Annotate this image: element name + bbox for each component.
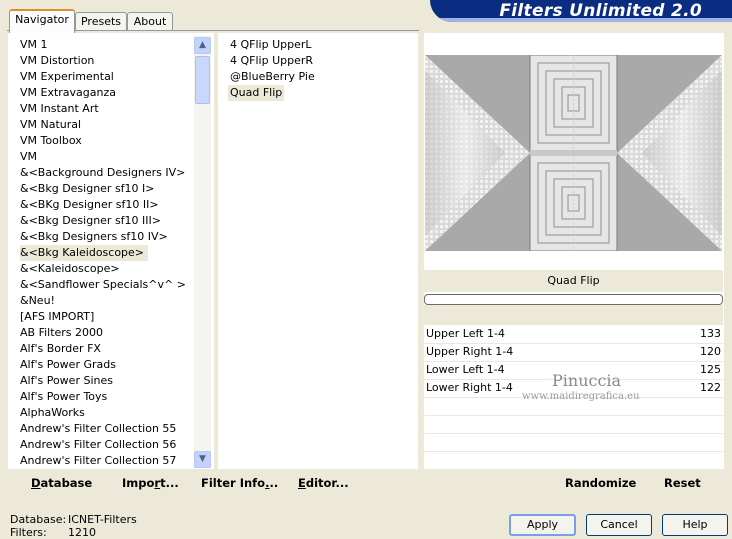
cancel-button[interactable]: Cancel bbox=[586, 514, 652, 536]
category-item[interactable]: &<Bkg Designer sf10 III> bbox=[20, 213, 161, 229]
category-item[interactable]: Alf's Power Toys bbox=[20, 389, 107, 405]
scroll-thumb[interactable] bbox=[195, 56, 210, 104]
database-status-value: ICNET-Filters bbox=[68, 513, 137, 526]
tab-about[interactable]: About bbox=[127, 12, 173, 31]
parameter-label: Lower Right 1-4 bbox=[426, 381, 513, 394]
title-banner: Filters Unlimited 2.0 bbox=[430, 0, 732, 22]
category-item[interactable]: Andrew's Filter Collection 56 bbox=[20, 437, 176, 453]
category-item[interactable]: VM Natural bbox=[20, 117, 81, 133]
category-item[interactable]: Alf's Border FX bbox=[20, 341, 101, 357]
filter-name-display: Quad Flip bbox=[424, 270, 723, 292]
filters-status-label: Filters: bbox=[10, 526, 47, 539]
filter-list[interactable]: 4 QFlip UpperL 4 QFlip UpperR @BlueBerry P… bbox=[218, 33, 418, 469]
category-item[interactable]: &<Bkg Designer sf10 I> bbox=[20, 181, 155, 197]
filter-item[interactable]: 4 QFlip UpperR bbox=[228, 53, 315, 69]
category-item[interactable]: VM Experimental bbox=[20, 69, 114, 85]
category-list[interactable]: VM 1 VM Distortion VM Experimental VM Extra… bbox=[8, 33, 214, 469]
category-item[interactable]: &<Bkg Kaleidoscope> bbox=[20, 245, 149, 261]
category-item[interactable]: &<Bkg Designers sf10 IV> bbox=[20, 229, 168, 245]
watermark-name: Pinuccia bbox=[552, 371, 622, 390]
category-item[interactable]: Andrew's Filter Collection 57 bbox=[20, 453, 176, 469]
category-item[interactable]: [AFS IMPORT] bbox=[20, 309, 94, 325]
scroll-up-button[interactable]: ▲ bbox=[194, 37, 211, 54]
category-item[interactable]: Alf's Power Sines bbox=[20, 373, 113, 389]
filter-item[interactable]: 4 QFlip UpperL bbox=[228, 37, 314, 53]
filter-info-button[interactable]: Filter Info... bbox=[201, 476, 278, 490]
category-item[interactable]: &<Sandflower Specials^v^ > bbox=[20, 277, 186, 293]
category-item[interactable]: Alf's Power Grads bbox=[20, 357, 116, 373]
category-item[interactable]: &<Background Designers IV> bbox=[20, 165, 185, 181]
category-item[interactable]: VM Distortion bbox=[20, 53, 94, 69]
tab-presets[interactable]: Presets bbox=[75, 12, 127, 31]
parameter-header bbox=[424, 305, 723, 325]
parameter-row[interactable]: Upper Left 1-4 133 bbox=[424, 325, 723, 344]
category-item[interactable]: VM Toolbox bbox=[20, 133, 82, 149]
parameter-label: Upper Left 1-4 bbox=[426, 327, 505, 340]
parameter-label: Upper Right 1-4 bbox=[426, 345, 514, 358]
parameter-value[interactable]: 133 bbox=[700, 325, 721, 343]
progress-bar bbox=[424, 294, 723, 305]
randomize-button[interactable]: Randomize bbox=[565, 476, 636, 490]
category-item[interactable]: VM Extravaganza bbox=[20, 85, 116, 101]
apply-button[interactable]: Apply bbox=[509, 514, 576, 536]
preview-image bbox=[425, 55, 722, 251]
app-title: Filters Unlimited 2.0 bbox=[499, 1, 702, 21]
empty-parameter-row bbox=[424, 451, 723, 470]
filters-status-value: 1210 bbox=[68, 526, 96, 539]
empty-parameter-row bbox=[424, 415, 723, 434]
filter-item[interactable]: Quad Flip bbox=[228, 85, 285, 101]
category-item[interactable]: &<Kaleidoscope> bbox=[20, 261, 120, 277]
scroll-down-button[interactable]: ▼ bbox=[194, 451, 211, 468]
category-item[interactable]: Andrew's Filter Collection 55 bbox=[20, 421, 176, 437]
parameter-label: Lower Left 1-4 bbox=[426, 363, 505, 376]
watermark-url: www.maidiregrafica.eu bbox=[522, 391, 640, 402]
parameter-value[interactable]: 125 bbox=[700, 361, 721, 379]
category-item[interactable]: VM bbox=[20, 149, 37, 165]
editor-button[interactable]: Editor... bbox=[298, 476, 349, 490]
category-item[interactable]: AB Filters 2000 bbox=[20, 325, 103, 341]
filter-item[interactable]: @BlueBerry Pie bbox=[228, 69, 317, 85]
database-status-label: Database: bbox=[10, 513, 67, 526]
parameter-value[interactable]: 122 bbox=[700, 379, 721, 397]
category-item[interactable]: VM Instant Art bbox=[20, 101, 99, 117]
category-item[interactable]: &Neu! bbox=[20, 293, 55, 309]
reset-button[interactable]: Reset bbox=[664, 476, 701, 490]
parameter-value[interactable]: 120 bbox=[700, 343, 721, 361]
category-scrollbar[interactable]: ▲ ▼ bbox=[194, 36, 211, 468]
parameter-row[interactable]: Upper Right 1-4 120 bbox=[424, 343, 723, 362]
help-button[interactable]: Help bbox=[662, 514, 728, 536]
tab-navigator[interactable]: Navigator bbox=[9, 9, 75, 33]
database-button[interactable]: Database bbox=[31, 476, 92, 490]
import-button[interactable]: Import... bbox=[122, 476, 179, 490]
empty-parameter-row bbox=[424, 433, 723, 452]
category-item[interactable]: AlphaWorks bbox=[20, 405, 85, 421]
category-item[interactable]: &<BKg Designer sf10 II> bbox=[20, 197, 159, 213]
category-item[interactable]: VM 1 bbox=[20, 37, 48, 53]
